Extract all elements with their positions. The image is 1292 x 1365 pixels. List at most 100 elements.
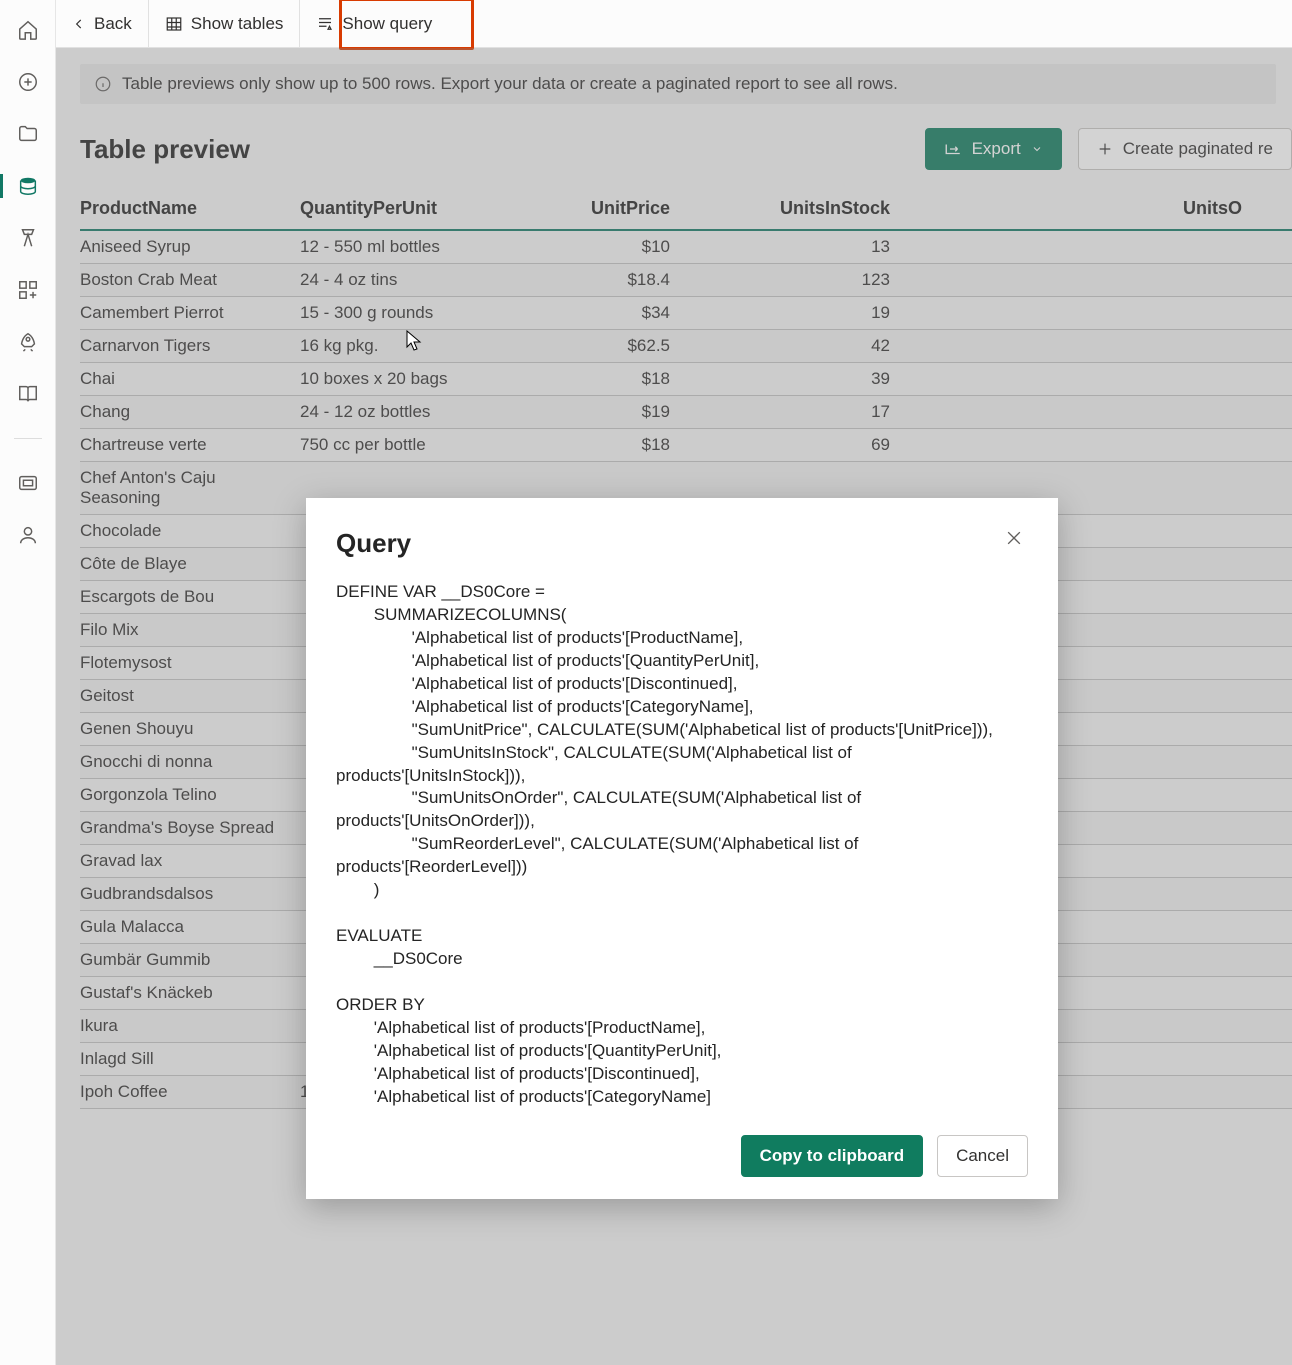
table-row[interactable]: Aniseed Syrup12 - 550 ml bottles$1013 <box>80 230 1292 264</box>
cell-stock: 69 <box>720 429 940 462</box>
plus-icon <box>1097 141 1113 157</box>
cell-stock: 17 <box>720 396 940 429</box>
cell-price: $10 <box>510 230 720 264</box>
copy-to-clipboard-button[interactable]: Copy to clipboard <box>741 1135 924 1177</box>
cell-name: Chang <box>80 396 300 429</box>
nav-create-icon[interactable] <box>16 70 40 94</box>
show-query-label: Show query <box>342 14 432 34</box>
query-dialog: Query DEFINE VAR __DS0Core = SUMMARIZECO… <box>306 498 1058 1199</box>
show-tables-label: Show tables <box>191 14 284 34</box>
cell-name: Gnocchi di nonna <box>80 746 300 779</box>
cancel-button[interactable]: Cancel <box>937 1135 1028 1177</box>
cell-stock: 19 <box>720 297 940 330</box>
dialog-footer: Copy to clipboard Cancel <box>336 1135 1028 1177</box>
table-row[interactable]: Carnarvon Tigers16 kg pkg.$62.542 <box>80 330 1292 363</box>
table-header-row: ProductName QuantityPerUnit UnitPrice Un… <box>80 188 1292 230</box>
action-buttons: Export Create paginated re <box>925 128 1292 170</box>
show-query-button[interactable]: Show query <box>300 0 448 48</box>
cell-name: Chef Anton's Caju Seasoning <box>80 462 300 515</box>
cell-name: Ikura <box>80 1010 300 1043</box>
col-unitsonorder[interactable]: UnitsO <box>940 188 1292 230</box>
left-nav-rail <box>0 0 56 1365</box>
nav-browse-icon[interactable] <box>16 122 40 146</box>
cell-name: Escargots de Bou <box>80 581 300 614</box>
info-icon <box>94 75 112 93</box>
table-row[interactable]: Boston Crab Meat24 - 4 oz tins$18.4123 <box>80 264 1292 297</box>
cell-price: $62.5 <box>510 330 720 363</box>
nav-learn-icon[interactable] <box>16 382 40 406</box>
cell-price: $18 <box>510 429 720 462</box>
cell-name: Filo Mix <box>80 614 300 647</box>
nav-deployment-icon[interactable] <box>16 330 40 354</box>
cell-stock: 123 <box>720 264 940 297</box>
query-text[interactable]: DEFINE VAR __DS0Core = SUMMARIZECOLUMNS(… <box>336 581 1028 1109</box>
col-unitprice[interactable]: UnitPrice <box>510 188 720 230</box>
nav-apps-icon[interactable] <box>16 278 40 302</box>
create-paginated-button[interactable]: Create paginated re <box>1078 128 1292 170</box>
back-button[interactable]: Back <box>56 0 148 48</box>
cell-price: $18 <box>510 363 720 396</box>
cell-price: $19 <box>510 396 720 429</box>
cell-name: Chartreuse verte <box>80 429 300 462</box>
table-icon <box>165 15 183 33</box>
table-row[interactable]: Chartreuse verte750 cc per bottle$1869 <box>80 429 1292 462</box>
cell-name: Inlagd Sill <box>80 1043 300 1076</box>
cell-name: Gumbär Gummib <box>80 944 300 977</box>
nav-divider <box>14 438 42 439</box>
cell-name: Carnarvon Tigers <box>80 330 300 363</box>
col-productname[interactable]: ProductName <box>80 188 300 230</box>
cell-name: Gustaf's Knäckeb <box>80 977 300 1010</box>
cell-onorder <box>940 363 1292 396</box>
cell-stock: 39 <box>720 363 940 396</box>
close-icon <box>1004 528 1024 548</box>
cell-name: Ipoh Coffee <box>80 1076 300 1109</box>
col-qpu[interactable]: QuantityPerUnit <box>300 188 510 230</box>
export-icon <box>944 142 962 156</box>
cell-onorder <box>940 330 1292 363</box>
cell-name: Chai <box>80 363 300 396</box>
cell-name: Gula Malacca <box>80 911 300 944</box>
nav-workspaces-icon[interactable] <box>16 471 40 495</box>
nav-data-hub-icon[interactable] <box>16 174 40 198</box>
cell-name: Boston Crab Meat <box>80 264 300 297</box>
cell-qpu: 24 - 12 oz bottles <box>300 396 510 429</box>
cell-qpu: 15 - 300 g rounds <box>300 297 510 330</box>
cell-name: Gorgonzola Telino <box>80 779 300 812</box>
info-text: Table previews only show up to 500 rows.… <box>122 74 898 94</box>
chevron-down-icon <box>1031 143 1043 155</box>
export-button[interactable]: Export <box>925 128 1062 170</box>
cell-qpu: 750 cc per bottle <box>300 429 510 462</box>
cell-name: Côte de Blaye <box>80 548 300 581</box>
cell-name: Grandma's Boyse Spread <box>80 812 300 845</box>
nav-user-icon[interactable] <box>16 523 40 547</box>
page-title: Table preview <box>80 134 250 165</box>
cell-name: Chocolade <box>80 515 300 548</box>
cell-stock: 42 <box>720 330 940 363</box>
cell-stock: 13 <box>720 230 940 264</box>
show-tables-button[interactable]: Show tables <box>149 0 300 48</box>
table-row[interactable]: Chang24 - 12 oz bottles$1917 <box>80 396 1292 429</box>
content-area: Table previews only show up to 500 rows.… <box>56 48 1292 1365</box>
cell-onorder <box>940 396 1292 429</box>
table-row[interactable]: Camembert Pierrot15 - 300 g rounds$3419 <box>80 297 1292 330</box>
cell-name: Gravad lax <box>80 845 300 878</box>
cell-qpu: 10 boxes x 20 bags <box>300 363 510 396</box>
nav-metrics-icon[interactable] <box>16 226 40 250</box>
info-banner: Table previews only show up to 500 rows.… <box>80 64 1276 104</box>
export-label: Export <box>972 139 1021 159</box>
chevron-left-icon <box>72 17 86 31</box>
title-row: Table preview Export Create paginated re <box>56 104 1292 188</box>
cell-name: Flotemysost <box>80 647 300 680</box>
cell-name: Camembert Pierrot <box>80 297 300 330</box>
cell-name: Aniseed Syrup <box>80 230 300 264</box>
cell-qpu: 12 - 550 ml bottles <box>300 230 510 264</box>
cell-onorder <box>940 230 1292 264</box>
cell-price: $34 <box>510 297 720 330</box>
close-button[interactable] <box>1004 528 1028 552</box>
cell-qpu: 24 - 4 oz tins <box>300 264 510 297</box>
col-unitsinstock[interactable]: UnitsInStock <box>720 188 940 230</box>
nav-home-icon[interactable] <box>16 18 40 42</box>
table-row[interactable]: Chai10 boxes x 20 bags$1839 <box>80 363 1292 396</box>
cell-onorder <box>940 264 1292 297</box>
toolbar: Back Show tables Show query <box>56 0 1292 48</box>
